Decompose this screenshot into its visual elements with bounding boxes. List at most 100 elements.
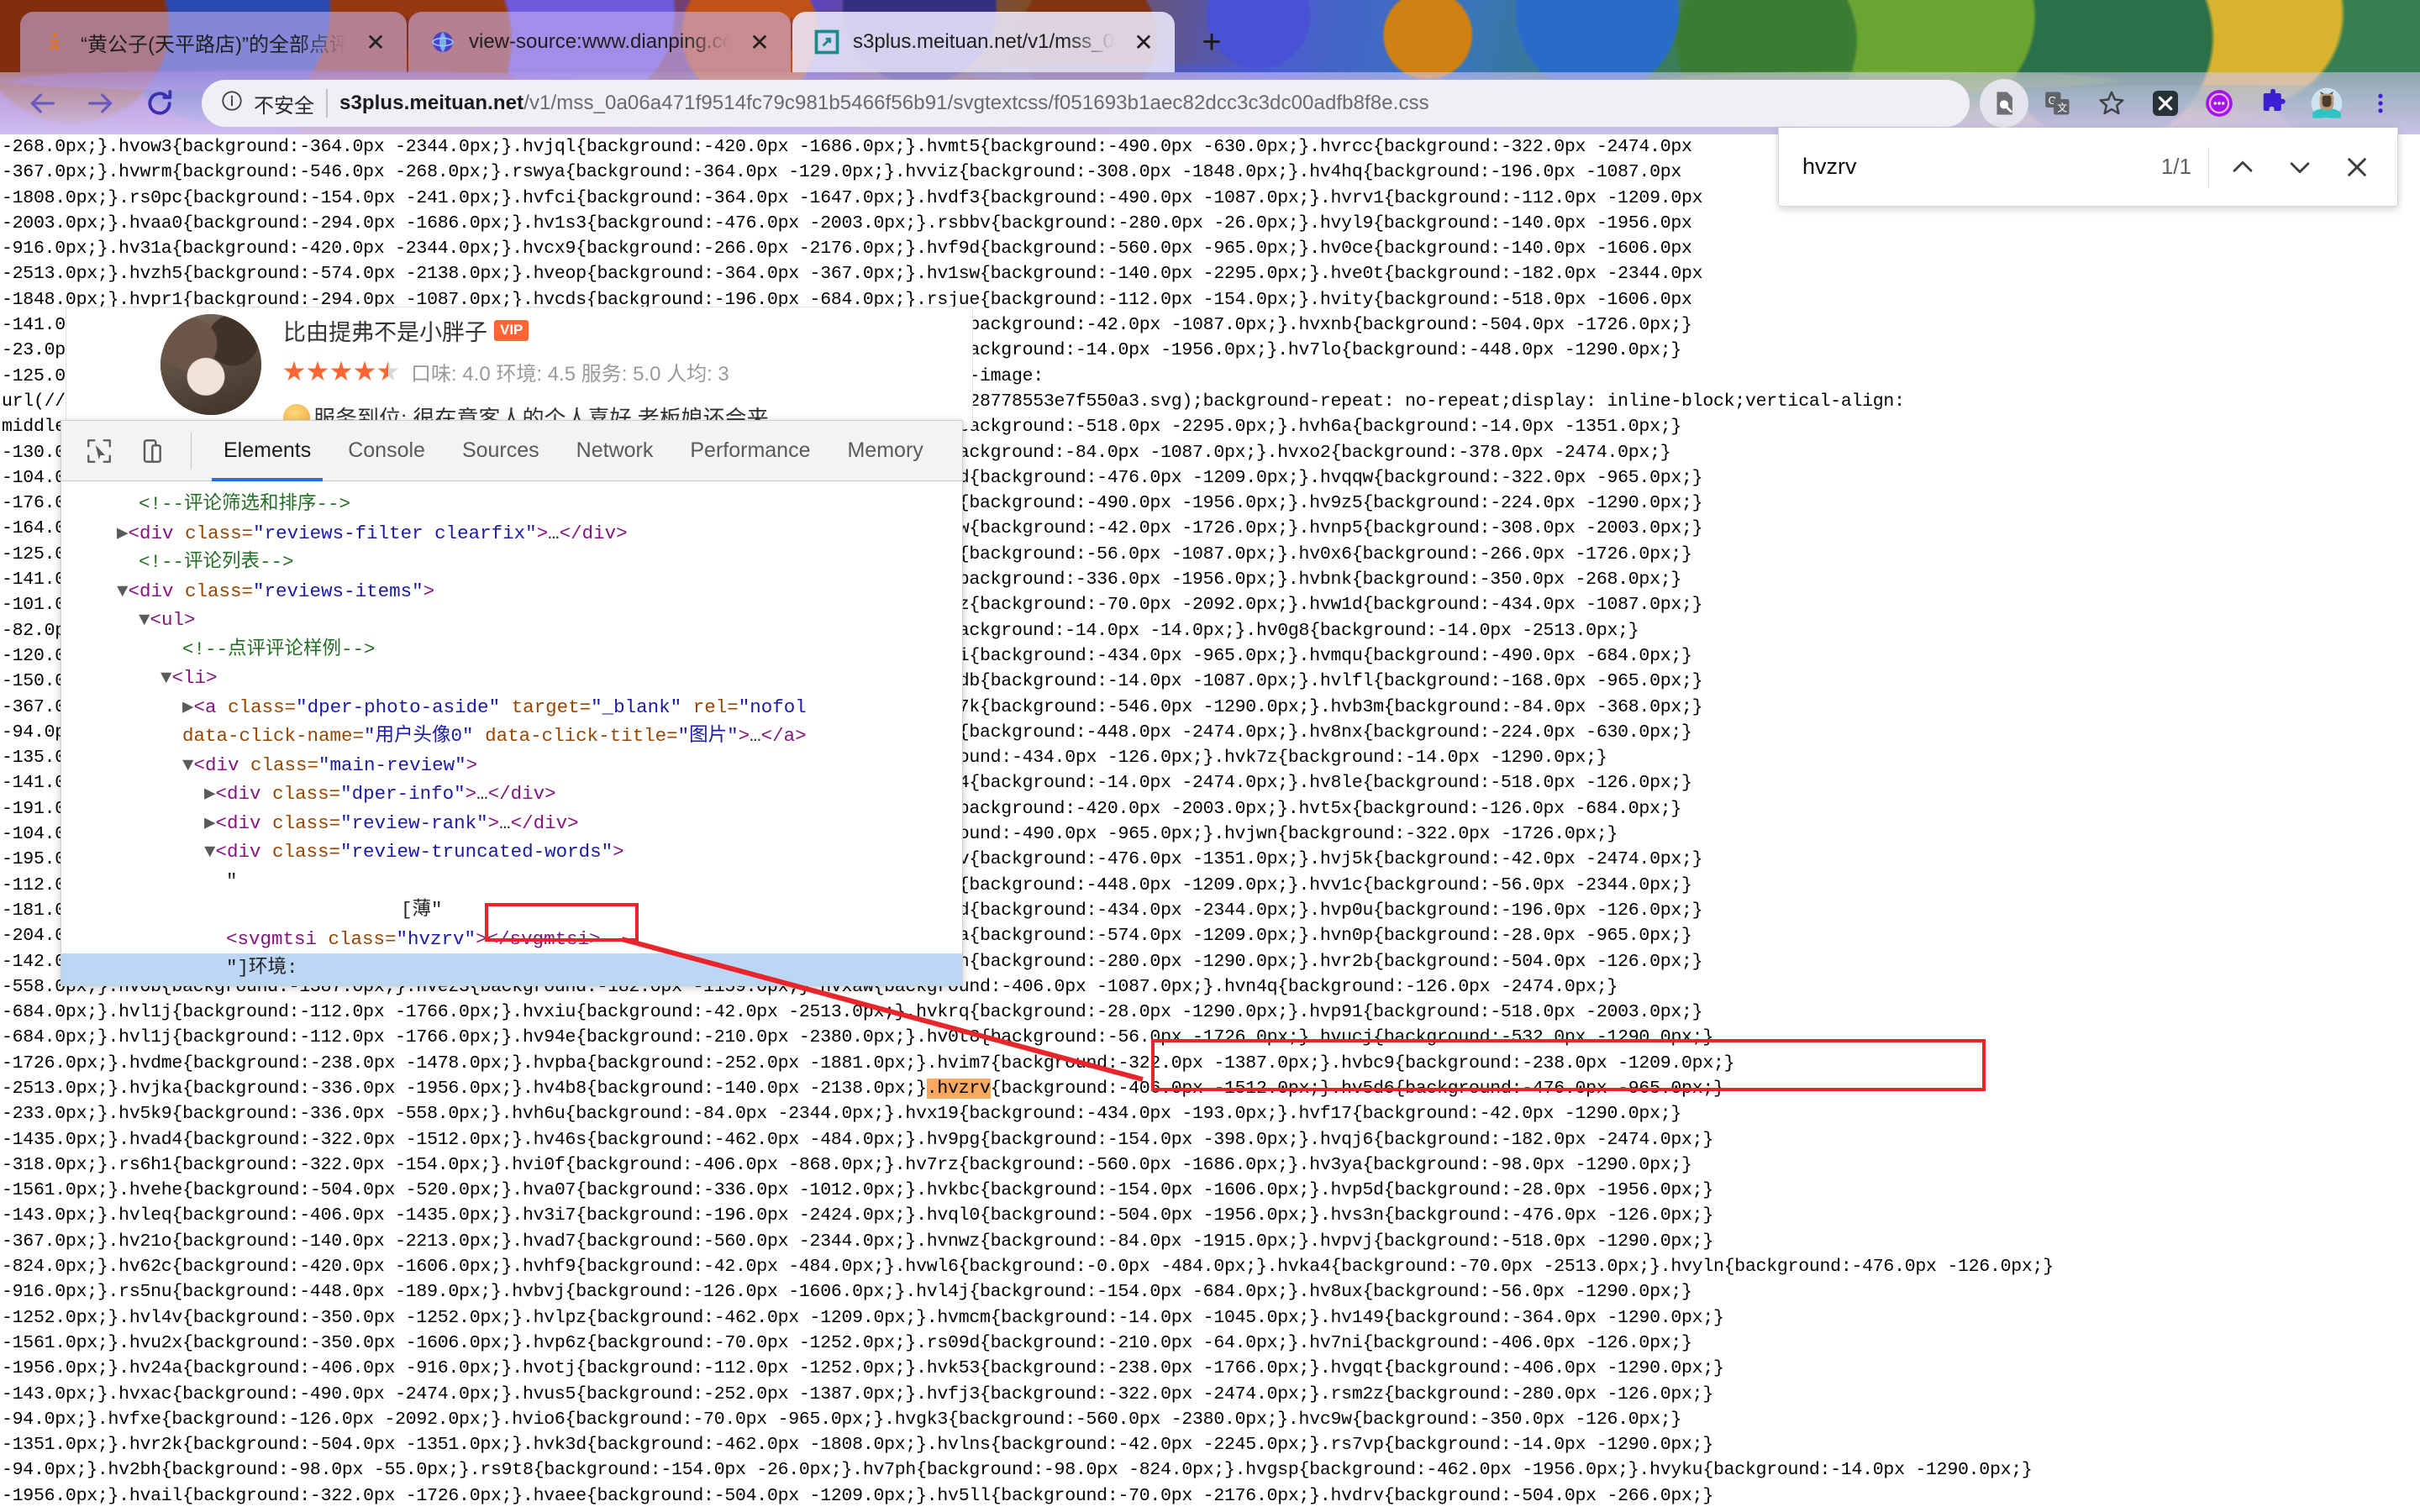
forward-button[interactable] [74,76,128,130]
dom-token: </a> [760,725,807,747]
devtools-tab-memory[interactable]: Memory [829,421,941,481]
browser-tab-3-active[interactable]: s3plus.meituan.net/v1/mss_0a0 ✕ [792,12,1175,72]
page-search-icon[interactable] [1980,79,2028,128]
dom-token: "hvzrv" [396,927,476,950]
new-tab-button[interactable]: + [1188,18,1235,66]
dom-tree-row[interactable]: ▶<div class="reviews-filter clearfix">…<… [61,519,962,549]
dom-token: > [613,841,624,863]
css-source-line: -1561.0px;}.hvu2x{background:-350.0px -1… [2,1332,1692,1353]
dom-tree-row[interactable]: " == $0 [61,982,962,985]
chevron-down-icon[interactable] [2271,139,2328,196]
site-security-chip[interactable]: 不安全 [220,89,314,118]
dom-token: "nofol [738,696,807,718]
dom-tree-row[interactable]: ▶<div class="dper-info">…</div> [61,780,962,809]
css-source-line: -1561.0px;}.hvehe{background:-504.0px -5… [2,1180,1713,1201]
back-button[interactable] [15,76,69,130]
dom-token: ▶ [204,811,216,834]
dom-tree-row[interactable]: <!--点评评论样例--> [61,635,962,664]
puzzle-extensions-icon[interactable] [2249,79,2297,128]
x-extension-icon[interactable] [2141,79,2190,128]
css-source-line: -94.0px;}.hv2bh{background:-98.0px -55.0… [2,1460,2033,1481]
dianping-icon [40,28,69,56]
bookmark-star-icon[interactable] [2087,79,2136,128]
tab-close-button[interactable]: ✕ [358,24,393,60]
dom-token: "review-truncated-words" [340,841,613,863]
dom-tree-row[interactable]: ▼<ul> [61,606,962,635]
device-toolbar-icon[interactable] [125,425,177,477]
avatar[interactable] [160,314,261,415]
dom-token: <ul> [150,609,196,631]
address-bar[interactable]: 不安全 s3plus.meituan.net/v1/mss_0a06a471f9… [202,80,1970,127]
browser-tab-2[interactable]: view-source:www.dianping.com/shop/ ✕ [408,12,791,72]
dom-token: … [548,522,560,544]
dom-tree-row[interactable]: ▶<a class="dper-photo-aside" target="_bl… [61,693,962,722]
dom-token: <li> [171,667,218,689]
chevron-up-icon[interactable] [2214,139,2271,196]
find-input[interactable] [1791,153,2161,181]
globe-icon [429,28,457,56]
dom-token: > [466,753,478,776]
find-match-highlight: .hvzrv [926,1078,991,1099]
dom-token: <a [193,696,229,718]
dom-token: ▼ [182,753,194,776]
dom-token: class= [185,522,254,544]
browser-tab-1[interactable]: “黄公子(天平路店)”的全部点评(第1页) ✕ [20,12,407,72]
dom-tree-row[interactable]: <svgmtsi class="hvzrv"></svgmtsi> [61,925,962,954]
star-icon [330,360,352,383]
dom-token: <div [193,753,251,776]
devtools-tab-sources[interactable]: Sources [444,421,558,481]
find-match-count: 1/1 [2160,154,2191,179]
devtools-dom-tree[interactable]: <!--评论筛选和排序--> ▶<div class="reviews-filte… [61,481,962,985]
dom-tree-row[interactable]: <!--评论列表--> [61,548,962,577]
reload-button[interactable] [133,76,187,130]
dom-tree-row[interactable]: ▼<div class="main-review"> [61,751,962,780]
translate-icon[interactable]: G文 [2033,79,2082,128]
dom-token: "main-review" [318,753,466,776]
dom-tree-row[interactable]: "]环境: [61,953,962,983]
dom-tree-row[interactable]: " [61,867,962,896]
profile-avatar-icon[interactable] [2302,79,2351,128]
reviewer-name-row: 比由提弗不是小胖子 VIP [283,314,769,347]
css-source-line: -143.0px;}.hvleq{background:-406.0px -14… [2,1205,1713,1226]
css-source-line: -684.0px;}.hvl1j{background:-112.0px -17… [2,1002,1703,1023]
dom-tree-row[interactable]: ▼<div class="reviews-items"> [61,577,962,606]
dom-tree-row[interactable]: ▼<div class="review-truncated-words"> [61,837,962,867]
devtools-tab-network[interactable]: Network [558,421,672,481]
dom-token: … [476,783,488,805]
tab-close-button[interactable]: ✕ [742,24,777,60]
dom-tree-row[interactable]: ▼<li> [61,664,962,693]
css-source-line: -2003.0px;}.hvaa0{background:-294.0px -1… [2,213,1692,234]
dom-tree-row[interactable]: data-click-name="用户头像0" data-click-title… [61,722,962,751]
find-in-page-bar: 1/1 [1778,128,2398,207]
css-source-line: -2513.0px;}.hvjka{background:-336.0px -1… [2,1078,1724,1099]
review-card: 比由提弗不是小胖子 VIP 口味: 4.0 环境: 4.5 服务: 5.0 人均… [66,307,973,429]
devtools-tab-performance[interactable]: Performance [671,421,829,481]
dom-tree-row[interactable]: [薄" [61,895,962,925]
inspect-cursor-icon[interactable] [73,425,125,477]
dom-token: <!--评论列表--> [139,551,294,573]
dom-token: <svgmtsi [226,927,329,950]
dom-token: class= [250,753,319,776]
dom-token: > [423,580,435,602]
dom-token: class= [185,580,254,602]
url-host: s3plus.meituan.net [339,92,524,114]
dom-tree-row[interactable]: ▶<div class="review-rank">…</div> [61,809,962,838]
css-source-line: -1726.0px;}.hvdme{background:-238.0px -1… [2,1053,1735,1074]
star-icon [283,360,305,383]
tab-close-button[interactable]: ✕ [1126,24,1161,60]
dom-tree-row[interactable]: <!--评论筛选和排序--> [61,490,962,519]
dom-token: data-click-title= [473,725,678,747]
dom-token: ></svgmtsi> [476,927,601,950]
devtools-tab-elements[interactable]: Elements [205,421,329,481]
close-icon[interactable] [2328,139,2386,196]
dom-token: "reviews-items" [253,580,424,602]
css-source-line: -684.0px;}.hvl1j{background:-112.0px -17… [2,1027,1713,1048]
dom-token: </div> [559,522,628,544]
dom-token: "review-rank" [340,811,488,834]
three-dot-menu-icon[interactable] [2356,79,2405,128]
css-source-line: -367.0px;}.hv21o{background:-140.0px -22… [2,1231,1713,1252]
dom-token: … [499,811,511,834]
devtools-tab-console[interactable]: Console [329,421,444,481]
purple-circle-extension-icon[interactable] [2195,79,2244,128]
dom-token: "_blank" [591,696,682,718]
